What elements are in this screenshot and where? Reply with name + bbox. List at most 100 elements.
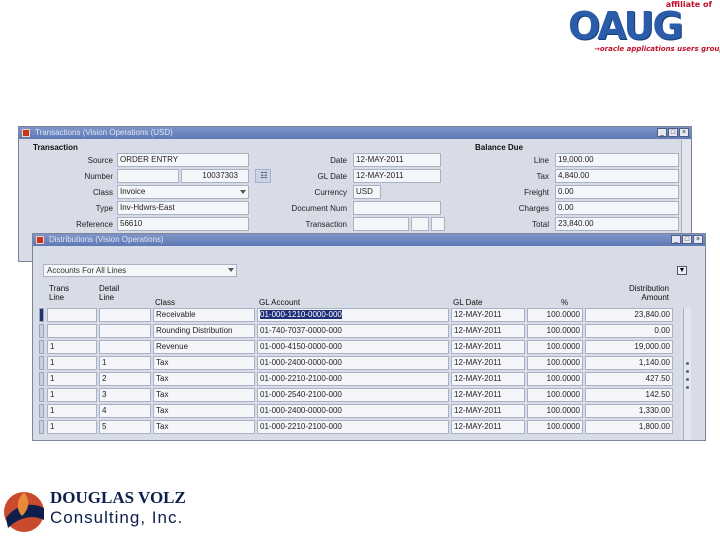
cell-amount[interactable]: 1,140.00 <box>585 356 673 370</box>
cell-class[interactable]: Revenue <box>153 340 255 354</box>
accounts-filter-dropdown[interactable]: Accounts For All Lines <box>43 264 237 277</box>
cell-gl-date[interactable]: 12-MAY-2011 <box>451 356 525 370</box>
cell-percent[interactable]: 100.0000 <box>527 308 583 322</box>
cell-percent[interactable]: 100.0000 <box>527 404 583 418</box>
reference-field[interactable]: 56610 <box>117 217 249 231</box>
date-label: Date <box>330 156 347 165</box>
row-indicator[interactable] <box>39 404 44 418</box>
maximize-button[interactable]: □ <box>668 128 678 137</box>
line-amount-field[interactable]: 19,000.00 <box>555 153 679 167</box>
number-field[interactable]: 10037303 <box>181 169 249 183</box>
row-indicator[interactable] <box>39 388 44 402</box>
row-indicator[interactable] <box>39 340 44 354</box>
cell-trans-line[interactable]: 1 <box>47 404 97 418</box>
row-indicator[interactable] <box>39 420 44 434</box>
cell-amount[interactable]: 0.00 <box>585 324 673 338</box>
document-num-field[interactable] <box>353 201 441 215</box>
total-amount-field[interactable]: 23,840.00 <box>555 217 679 231</box>
cell-amount[interactable]: 19,000.00 <box>585 340 673 354</box>
cell-detail-line[interactable] <box>99 308 151 322</box>
distributions-titlebar[interactable]: Distributions (Vision Operations) _ □ × <box>33 234 705 246</box>
cell-gl-date[interactable]: 12-MAY-2011 <box>451 372 525 386</box>
number-prefix-field[interactable] <box>117 169 179 183</box>
cell-class[interactable]: Tax <box>153 356 255 370</box>
cell-gl-account[interactable]: 01-000-2400-0000-000 <box>257 356 449 370</box>
row-indicator[interactable] <box>39 308 44 322</box>
transactions-titlebar[interactable]: Transactions (Vision Operations (USD) _ … <box>19 127 691 139</box>
currency-field[interactable]: USD <box>353 185 381 199</box>
cell-gl-date[interactable]: 12-MAY-2011 <box>451 420 525 434</box>
cell-percent[interactable]: 100.0000 <box>527 340 583 354</box>
cell-amount[interactable]: 1,800.00 <box>585 420 673 434</box>
close-button[interactable]: × <box>693 235 703 244</box>
cell-detail-line[interactable]: 2 <box>99 372 151 386</box>
cell-gl-date[interactable]: 12-MAY-2011 <box>451 340 525 354</box>
cell-gl-account[interactable]: 01-000-2210-2100-000 <box>257 372 449 386</box>
cell-gl-account[interactable]: 01-000-2400-0000-000 <box>257 404 449 418</box>
minimize-button[interactable]: _ <box>657 128 667 137</box>
type-field[interactable]: Inv-Hdwrs-East <box>117 201 249 215</box>
cell-detail-line[interactable]: 5 <box>99 420 151 434</box>
cell-gl-date[interactable]: 12-MAY-2011 <box>451 324 525 338</box>
cell-class[interactable]: Tax <box>153 388 255 402</box>
cell-trans-line[interactable]: 1 <box>47 340 97 354</box>
freight-amount-field[interactable]: 0.00 <box>555 185 679 199</box>
cell-detail-line[interactable]: 3 <box>99 388 151 402</box>
cell-trans-line[interactable]: 1 <box>47 420 97 434</box>
cell-gl-account[interactable]: 01-000-2210-2100-000 <box>257 420 449 434</box>
cell-trans-line[interactable]: 1 <box>47 372 97 386</box>
cell-gl-account[interactable]: 01-000-1210-0000-000 <box>257 308 449 322</box>
cell-gl-account[interactable]: 01-000-2540-2100-000 <box>257 388 449 402</box>
cell-percent[interactable]: 100.0000 <box>527 356 583 370</box>
cell-percent[interactable]: 100.0000 <box>527 388 583 402</box>
class-value: Invoice <box>120 187 146 196</box>
cell-detail-line[interactable]: 1 <box>99 356 151 370</box>
distributions-scrollbar[interactable] <box>683 308 691 440</box>
cell-detail-line[interactable] <box>99 324 151 338</box>
cell-percent[interactable]: 100.0000 <box>527 324 583 338</box>
cell-gl-date[interactable]: 12-MAY-2011 <box>451 404 525 418</box>
source-field[interactable]: ORDER ENTRY <box>117 153 249 167</box>
cell-trans-line[interactable]: 1 <box>47 388 97 402</box>
cell-detail-line[interactable]: 4 <box>99 404 151 418</box>
row-indicator[interactable] <box>39 356 44 370</box>
cell-amount[interactable]: 427.50 <box>585 372 673 386</box>
cell-trans-line[interactable] <box>47 324 97 338</box>
maximize-button[interactable]: □ <box>682 235 692 244</box>
date-field[interactable]: 12-MAY-2011 <box>353 153 441 167</box>
class-select[interactable]: Invoice <box>117 185 249 199</box>
cell-class[interactable]: Receivable <box>153 308 255 322</box>
cell-gl-account[interactable]: 01-000-4150-0000-000 <box>257 340 449 354</box>
cell-class[interactable]: Tax <box>153 372 255 386</box>
cell-amount[interactable]: 23,840.00 <box>585 308 673 322</box>
folder-options-icon[interactable]: ▼ <box>677 266 687 275</box>
cell-percent[interactable]: 100.0000 <box>527 420 583 434</box>
cell-class[interactable]: Tax <box>153 404 255 418</box>
cell-amount[interactable]: 1,330.00 <box>585 404 673 418</box>
transaction-lookup-button[interactable]: ☷ <box>255 169 271 183</box>
total-label: Total <box>532 220 549 229</box>
tax-amount-field[interactable]: 4,840.00 <box>555 169 679 183</box>
cell-amount[interactable]: 142.50 <box>585 388 673 402</box>
transaction-field[interactable] <box>353 217 409 231</box>
cell-class[interactable]: Tax <box>153 420 255 434</box>
cell-gl-date[interactable]: 12-MAY-2011 <box>451 388 525 402</box>
scroll-dot <box>686 370 689 373</box>
transaction-field-2[interactable] <box>411 217 429 231</box>
cell-percent[interactable]: 100.0000 <box>527 372 583 386</box>
tax-label: Tax <box>536 172 549 181</box>
cell-gl-account[interactable]: 01-740-7037-0000-000 <box>257 324 449 338</box>
charges-amount-field[interactable]: 0.00 <box>555 201 679 215</box>
cell-class[interactable]: Rounding Distribution <box>153 324 255 338</box>
minimize-button[interactable]: _ <box>671 235 681 244</box>
row-indicator[interactable] <box>39 372 44 386</box>
cell-gl-date[interactable]: 12-MAY-2011 <box>451 308 525 322</box>
transaction-flag[interactable] <box>431 217 445 231</box>
cell-trans-line[interactable] <box>47 308 97 322</box>
cell-detail-line[interactable] <box>99 340 151 354</box>
accounts-filter-value: Accounts For All Lines <box>47 266 127 275</box>
close-button[interactable]: × <box>679 128 689 137</box>
gl-date-field[interactable]: 12-MAY-2011 <box>353 169 441 183</box>
row-indicator[interactable] <box>39 324 44 338</box>
cell-trans-line[interactable]: 1 <box>47 356 97 370</box>
